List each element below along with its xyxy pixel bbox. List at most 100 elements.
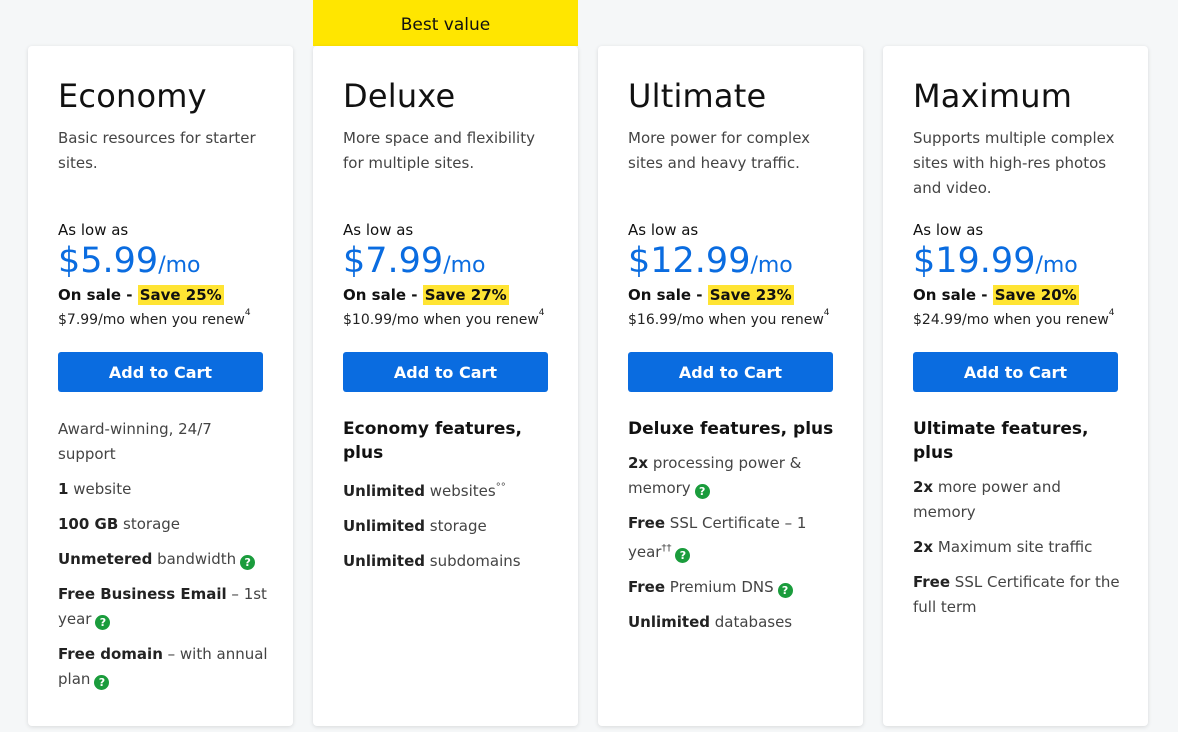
renew-price: $7.99/mo when you renew4: [58, 307, 273, 333]
feature-bold: 2x: [913, 538, 934, 556]
help-icon[interactable]: ?: [95, 615, 111, 630]
plan-name: Maximum: [913, 77, 1073, 115]
plan-card-maximum: Maximum Supports multiple complex sites …: [883, 46, 1148, 726]
feature-text: websites: [425, 482, 496, 500]
help-icon[interactable]: ?: [777, 583, 793, 598]
footnote-marker[interactable]: 4: [1109, 308, 1115, 318]
renew-price: $24.99/mo when you renew4: [913, 307, 1128, 333]
help-icon[interactable]: ?: [240, 555, 256, 570]
features-heading: Ultimate features, plus: [913, 419, 1089, 463]
feature-item: Unlimited subdomains: [343, 549, 556, 574]
price: $19.99/mo: [913, 239, 1128, 288]
feature-text: processing power & memory: [628, 454, 802, 497]
price-amount: $12.99: [628, 241, 751, 281]
feature-bold: 1: [58, 480, 69, 498]
help-icon[interactable]: ?: [94, 675, 110, 690]
add-to-cart-button[interactable]: Add to Cart: [58, 352, 263, 392]
feature-bold: 100 GB: [58, 515, 119, 533]
feature-item: Free SSL Certificate – 1 year††?: [628, 511, 841, 565]
footnote-marker[interactable]: ††: [661, 543, 671, 554]
feature-bold: Unlimited: [343, 482, 425, 500]
feature-bold: 2x: [628, 454, 649, 472]
on-sale-label: On sale -: [58, 286, 133, 304]
renew-text: $16.99/mo when you renew: [628, 312, 824, 328]
feature-item: 1 website: [58, 477, 271, 502]
feature-text: Maximum site traffic: [933, 538, 1093, 556]
pricing-block: As low as $12.99/mo On sale - Save 23% $…: [628, 220, 843, 333]
feature-item: Free Premium DNS?: [628, 575, 841, 600]
plan-description: Basic resources for starter sites.: [58, 129, 256, 172]
feature-item: Free Business Email – 1st year?: [58, 582, 271, 632]
feature-item: Free domain – with annual plan?: [58, 642, 271, 692]
save-badge: Save 27%: [422, 285, 509, 305]
pricing-block: As low as $19.99/mo On sale - Save 20% $…: [913, 220, 1128, 333]
best-value-banner: Best value: [313, 0, 578, 55]
on-sale-label: On sale -: [628, 286, 703, 304]
feature-bold: Free: [628, 514, 666, 532]
add-to-cart-button[interactable]: Add to Cart: [628, 352, 833, 392]
plan-description: Supports multiple complex sites with hig…: [913, 129, 1115, 197]
sale-line: On sale - Save 23%: [628, 284, 843, 306]
price-amount: $7.99: [343, 241, 444, 281]
as-low-as-label: As low as: [628, 221, 699, 239]
feature-bold: Unlimited: [628, 613, 710, 631]
feature-item: 2x processing power & memory?: [628, 451, 841, 501]
on-sale-label: On sale -: [343, 286, 418, 304]
plan-card-deluxe: Deluxe More space and flexibility for mu…: [313, 46, 578, 726]
save-badge: Save 20%: [992, 285, 1079, 305]
help-icon[interactable]: ?: [675, 548, 691, 563]
price-period: /mo: [750, 253, 793, 278]
feature-text: subdomains: [425, 552, 521, 570]
feature-text: website: [68, 480, 132, 498]
feature-text: more power and memory: [913, 478, 1061, 521]
feature-item: 2x more power and memory: [913, 475, 1126, 525]
price-period: /mo: [1035, 253, 1078, 278]
renew-price: $10.99/mo when you renew4: [343, 307, 558, 333]
plan-name: Ultimate: [628, 77, 767, 115]
features-heading: Deluxe features, plus: [628, 419, 834, 439]
feature-bold: Unlimited: [343, 517, 425, 535]
feature-bold: Unlimited: [343, 552, 425, 570]
save-badge: Save 23%: [707, 285, 794, 305]
footnote-marker[interactable]: 4: [245, 308, 251, 318]
sale-line: On sale - Save 20%: [913, 284, 1128, 306]
feature-text: bandwidth: [152, 550, 237, 568]
feature-bold: Free: [913, 573, 951, 591]
as-low-as-label: As low as: [343, 221, 414, 239]
feature-item: Unlimited websites°°: [343, 475, 556, 504]
feature-list: Ultimate features, plus 2x more power an…: [913, 417, 1126, 630]
renew-text: $7.99/mo when you renew: [58, 312, 245, 328]
footnote-marker[interactable]: 4: [824, 308, 830, 318]
footnote-marker[interactable]: 4: [539, 308, 545, 318]
plan-card-ultimate: Ultimate More power for complex sites an…: [598, 46, 863, 726]
plan-description: More space and flexibility for multiple …: [343, 129, 535, 172]
price-amount: $19.99: [913, 241, 1036, 281]
feature-text: storage: [425, 517, 487, 535]
sale-line: On sale - Save 27%: [343, 284, 558, 306]
help-icon[interactable]: ?: [694, 484, 710, 499]
feature-text: Premium DNS: [665, 578, 774, 596]
feature-list: Economy features, plus Unlimited website…: [343, 417, 556, 584]
price: $7.99/mo: [343, 239, 558, 288]
feature-text: databases: [710, 613, 793, 631]
feature-item: Award-winning, 24/7 support: [58, 417, 271, 467]
feature-bold: Free Business Email: [58, 585, 227, 603]
add-to-cart-button[interactable]: Add to Cart: [343, 352, 548, 392]
add-to-cart-button[interactable]: Add to Cart: [913, 352, 1118, 392]
renew-text: $24.99/mo when you renew: [913, 312, 1109, 328]
sale-line: On sale - Save 25%: [58, 284, 273, 306]
feature-item: 100 GB storage: [58, 512, 271, 537]
footnote-marker[interactable]: °°: [496, 482, 506, 493]
feature-bold: Free: [628, 578, 666, 596]
best-value-label: Best value: [400, 15, 491, 35]
renew-price: $16.99/mo when you renew4: [628, 307, 843, 333]
plan-name: Deluxe: [343, 77, 456, 115]
feature-list: Award-winning, 24/7 support 1 website 10…: [58, 417, 271, 702]
renew-text: $10.99/mo when you renew: [343, 312, 539, 328]
pricing-block: As low as $7.99/mo On sale - Save 27% $1…: [343, 220, 558, 333]
feature-bold: 2x: [913, 478, 934, 496]
pricing-block: As low as $5.99/mo On sale - Save 25% $7…: [58, 220, 273, 333]
plan-name: Economy: [58, 77, 207, 115]
feature-item: Free SSL Certificate for the full term: [913, 570, 1126, 620]
plan-card-economy: Economy Basic resources for starter site…: [28, 46, 293, 726]
